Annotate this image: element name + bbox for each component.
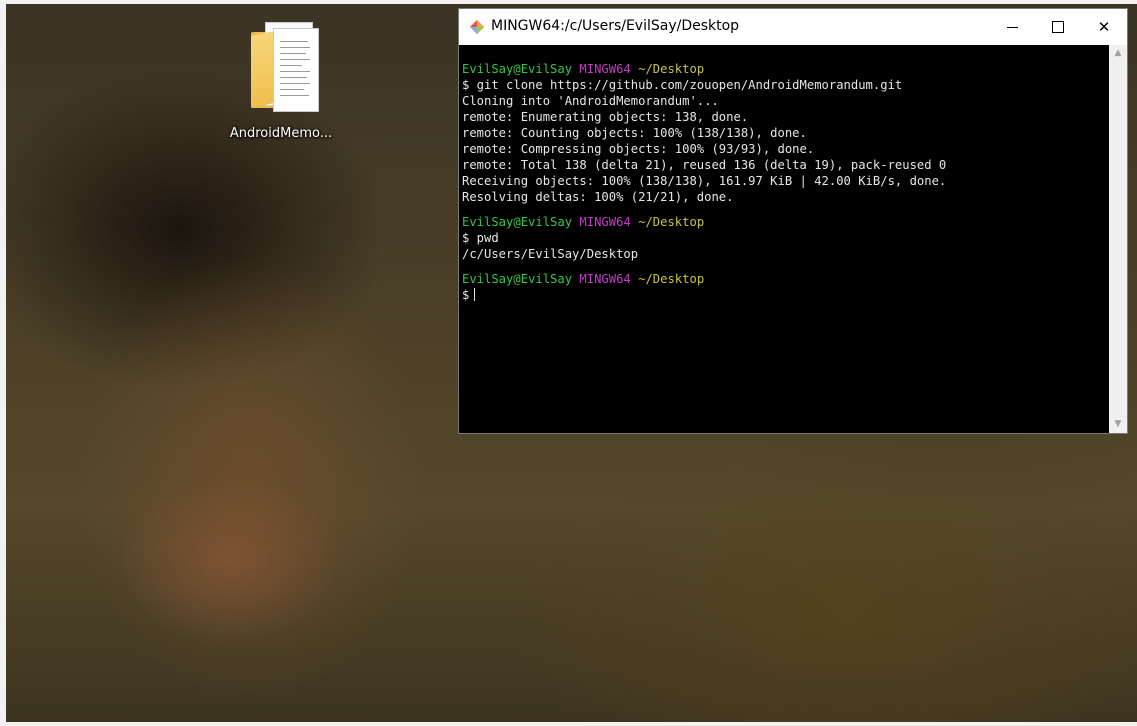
desktop-icon-label: AndroidMemo... <box>229 126 333 141</box>
screen-edge-bottom <box>0 722 1137 726</box>
close-icon: ✕ <box>1097 18 1111 36</box>
minimize-button[interactable] <box>989 9 1035 45</box>
command-line: $ git clone https://github.com/zouopen/A… <box>462 78 903 92</box>
prompt-dir: ~/Desktop <box>638 62 705 76</box>
output-line: remote: Enumerating objects: 138, done. <box>462 110 749 124</box>
terminal-output[interactable]: EvilSay@EvilSay MINGW64 ~/Desktop $ git … <box>459 45 1109 433</box>
folder-icon <box>245 18 319 116</box>
prompt-user: EvilSay@EvilSay <box>462 215 573 229</box>
prompt-user: EvilSay@EvilSay <box>462 62 573 76</box>
prompt-symbol: $ <box>462 288 470 302</box>
terminal-window[interactable]: MINGW64:/c/Users/EvilSay/Desktop ✕ EvilS… <box>458 8 1128 434</box>
scroll-up-arrow-icon[interactable]: ▲ <box>1109 45 1127 62</box>
vertical-scrollbar[interactable]: ▲ ▼ <box>1109 45 1127 433</box>
git-bash-icon <box>470 20 484 34</box>
screen-edge-left <box>0 0 6 726</box>
prompt-dir: ~/Desktop <box>638 215 705 229</box>
scroll-down-arrow-icon[interactable]: ▼ <box>1109 416 1127 433</box>
screen-edge-top <box>0 0 1137 4</box>
output-line: remote: Compressing objects: 100% (93/93… <box>462 142 815 156</box>
minimize-icon <box>1006 26 1018 28</box>
window-title: MINGW64:/c/Users/EvilSay/Desktop <box>491 18 740 34</box>
prompt-env: MINGW64 <box>579 272 631 286</box>
maximize-button[interactable] <box>1035 9 1081 45</box>
desktop-folder-android-memorandum[interactable]: AndroidMemo... <box>222 18 340 150</box>
prompt-user: EvilSay@EvilSay <box>462 272 573 286</box>
prompt-dir: ~/Desktop <box>638 272 705 286</box>
maximize-icon <box>1052 21 1064 33</box>
prompt-env: MINGW64 <box>579 62 631 76</box>
output-line: remote: Total 138 (delta 21), reused 136… <box>462 158 947 172</box>
desktop-background: AndroidMemo... MINGW64:/c/Users/EvilSay/… <box>0 0 1137 726</box>
output-line: Receiving objects: 100% (138/138), 161.9… <box>462 174 947 188</box>
prompt-line: EvilSay@EvilSay MINGW64 ~/Desktop <box>462 61 1109 77</box>
prompt-line: EvilSay@EvilSay MINGW64 ~/Desktop <box>462 214 1109 230</box>
text-cursor <box>474 288 476 301</box>
command-line: $ pwd <box>462 231 499 245</box>
title-bar[interactable]: MINGW64:/c/Users/EvilSay/Desktop ✕ <box>459 9 1127 45</box>
output-line: /c/Users/EvilSay/Desktop <box>462 247 639 261</box>
output-line: remote: Counting objects: 100% (138/138)… <box>462 126 807 140</box>
output-line: Cloning into 'AndroidMemorandum'... <box>462 94 719 108</box>
input-line[interactable]: $ <box>462 287 1109 303</box>
output-line: Resolving deltas: 100% (21/21), done. <box>462 190 734 204</box>
close-button[interactable]: ✕ <box>1081 9 1127 45</box>
prompt-line: EvilSay@EvilSay MINGW64 ~/Desktop <box>462 271 1109 287</box>
prompt-env: MINGW64 <box>579 215 631 229</box>
